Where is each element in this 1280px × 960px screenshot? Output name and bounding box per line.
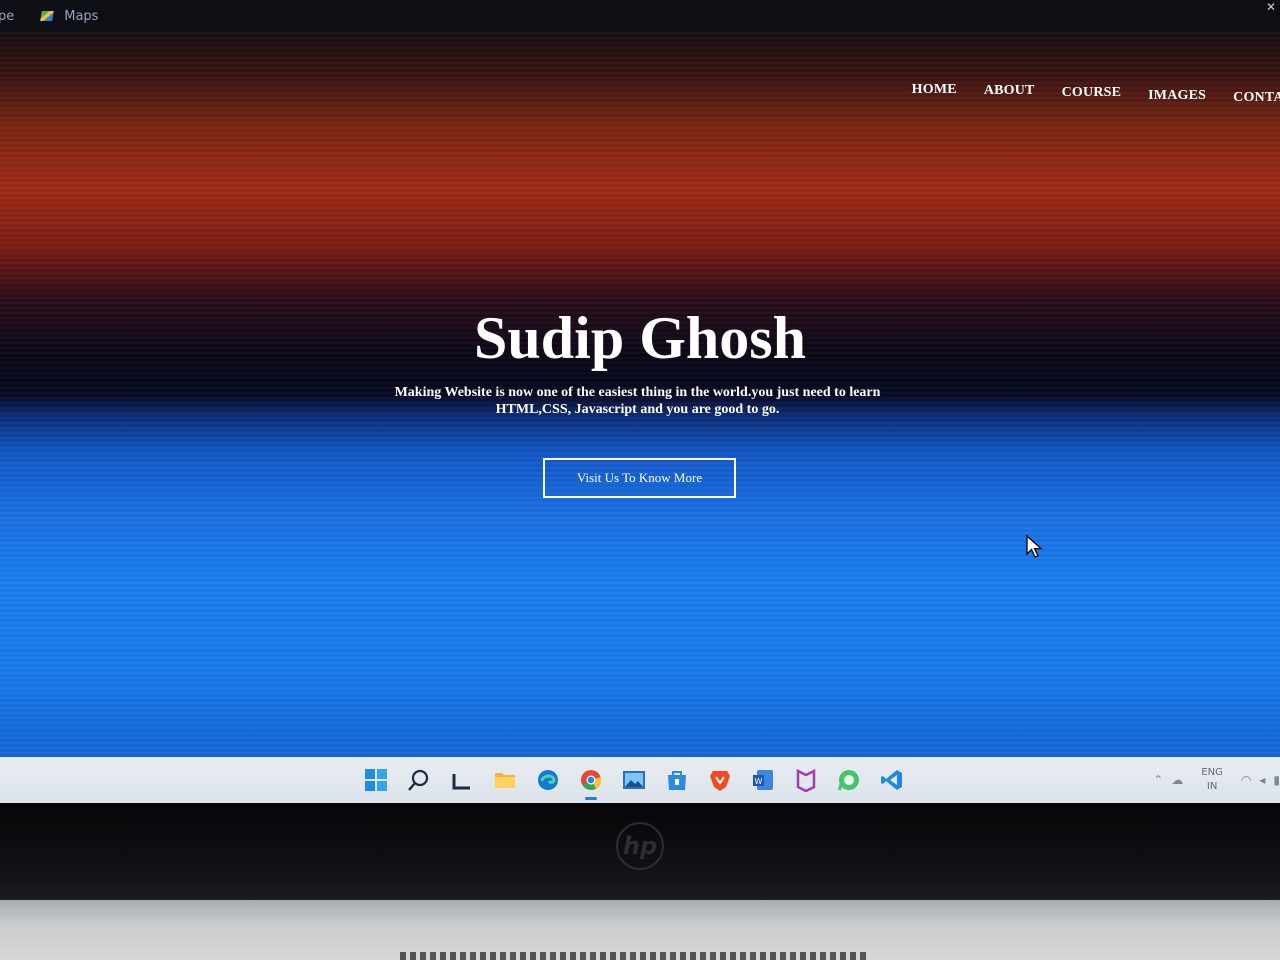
nav-home[interactable]: HOME — [912, 82, 957, 106]
hero-title: Sudip Ghosh — [474, 305, 806, 371]
hero-description: Making Website is now one of the easiest… — [394, 385, 881, 417]
main-nav: HOME ABOUT COURSE IMAGES CONTAC — [912, 82, 1280, 106]
widgets-icon[interactable] — [448, 767, 475, 794]
nav-about[interactable]: ABOUT — [984, 83, 1035, 106]
svg-text:W: W — [754, 777, 762, 786]
laptop-base — [0, 900, 1280, 960]
mouse-cursor-icon — [1026, 535, 1043, 558]
mcafee-icon[interactable] — [792, 767, 819, 794]
hero-section: HOME ABOUT COURSE IMAGES CONTAC Sudip Gh… — [0, 32, 1280, 757]
visit-us-button[interactable]: Visit Us To Know More — [543, 458, 736, 498]
nav-course[interactable]: COURSE — [1062, 85, 1122, 106]
region-code: IN — [1206, 781, 1218, 792]
wifi-icon[interactable]: ◠ — [1241, 773, 1251, 787]
search-icon[interactable] — [405, 767, 432, 794]
vscode-icon[interactable] — [878, 767, 905, 794]
volume-icon[interactable]: ◂ — [1259, 773, 1265, 787]
language-indicator[interactable]: ENG IN — [1201, 766, 1223, 794]
hp-logo-icon: hp — [616, 822, 664, 870]
taskbar-icons: W — [362, 757, 905, 803]
word-icon[interactable]: W — [749, 767, 776, 794]
edge-icon[interactable] — [534, 767, 561, 794]
system-tray: ⌃ ☁ ENG IN ◠ ◂ ▮ — [1153, 757, 1280, 803]
bookmark-fragment[interactable]: pe — [0, 9, 14, 24]
onedrive-icon[interactable]: ☁ — [1171, 773, 1183, 787]
taskbar: W ⌃ ☁ ENG IN ◠ ◂ ▮ — [0, 757, 1280, 803]
battery-icon[interactable]: ▮ — [1273, 773, 1280, 787]
file-explorer-icon[interactable] — [491, 767, 518, 794]
photos-icon[interactable] — [620, 767, 647, 794]
language-code: ENG — [1201, 767, 1223, 778]
chrome-icon[interactable] — [577, 767, 604, 800]
bookmarks-bar: pe Maps ✕ — [0, 0, 1280, 32]
chevron-up-icon[interactable]: ⌃ — [1153, 773, 1163, 787]
close-icon[interactable]: ✕ — [1266, 0, 1276, 14]
whatsapp-icon[interactable] — [835, 767, 862, 794]
bookmark-maps[interactable]: Maps — [64, 9, 98, 24]
nav-contact[interactable]: CONTAC — [1233, 90, 1280, 106]
nav-images[interactable]: IMAGES — [1148, 88, 1206, 106]
windows-start-icon[interactable] — [362, 767, 389, 794]
brave-icon[interactable] — [706, 767, 733, 794]
store-icon[interactable] — [663, 767, 690, 794]
maps-icon[interactable] — [40, 9, 54, 23]
